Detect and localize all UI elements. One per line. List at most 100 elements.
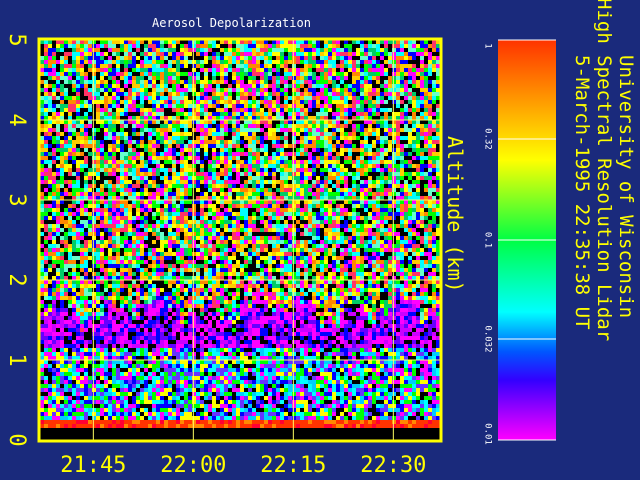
heat-cell — [360, 184, 364, 188]
heat-cell — [380, 164, 384, 168]
heat-cell — [264, 204, 268, 208]
heat-cell — [348, 200, 352, 204]
heat-cell — [168, 120, 172, 124]
heat-cell — [328, 96, 332, 100]
heat-cell — [172, 228, 176, 232]
heat-cell — [184, 144, 188, 148]
heat-cell — [296, 184, 300, 188]
heat-cell — [112, 236, 116, 240]
heat-cell — [200, 144, 204, 148]
heat-cell — [388, 204, 392, 208]
heat-cell — [320, 208, 324, 212]
heat-cell — [292, 116, 296, 120]
heat-cell — [140, 76, 144, 80]
heat-cell — [332, 112, 336, 116]
heat-cell — [152, 80, 156, 84]
heat-cell — [140, 148, 144, 152]
heat-cell — [84, 40, 88, 44]
heat-cell — [144, 72, 148, 76]
heat-cell — [224, 228, 228, 232]
heat-cell — [368, 52, 372, 56]
heat-cell — [300, 120, 304, 124]
heat-cell — [272, 136, 276, 140]
heat-cell — [156, 196, 160, 200]
heat-cell — [232, 96, 236, 100]
heat-cell — [40, 232, 44, 236]
heat-cell — [72, 168, 76, 172]
heat-cell — [124, 116, 128, 120]
heat-cell — [184, 128, 188, 132]
heat-cell — [376, 112, 380, 116]
heat-cell — [220, 216, 224, 220]
heat-cell — [80, 196, 84, 200]
heat-cell — [144, 152, 148, 156]
heat-cell — [184, 228, 188, 232]
heat-cell — [96, 72, 100, 76]
heat-cell — [204, 48, 208, 52]
heat-cell — [404, 212, 408, 216]
heat-cell — [40, 100, 44, 104]
heat-cell — [168, 140, 172, 144]
heat-cell — [136, 84, 140, 88]
heat-cell — [128, 88, 132, 92]
heat-cell — [120, 104, 124, 108]
heat-cell — [292, 176, 296, 180]
heat-cell — [64, 120, 68, 124]
heat-cell — [68, 144, 72, 148]
heat-cell — [332, 188, 336, 192]
heat-cell — [88, 196, 92, 200]
heat-cell — [64, 216, 68, 220]
heat-cell — [208, 148, 212, 152]
heat-cell — [48, 168, 52, 172]
heat-cell — [96, 64, 100, 68]
heat-cell — [180, 44, 184, 48]
heat-cell — [376, 192, 380, 196]
heat-cell — [436, 216, 440, 220]
heat-cell — [68, 48, 72, 52]
heat-cell — [72, 208, 76, 212]
heat-cell — [312, 144, 316, 148]
heat-cell — [100, 132, 104, 136]
heat-cell — [280, 60, 284, 64]
heat-cell — [168, 84, 172, 88]
heat-cell — [172, 120, 176, 124]
heat-cell — [412, 216, 416, 220]
heat-cell — [324, 64, 328, 68]
heat-cell — [180, 160, 184, 164]
heat-cell — [280, 124, 284, 128]
heat-cell — [376, 108, 380, 112]
heat-cell — [108, 188, 112, 192]
heat-cell — [208, 204, 212, 208]
heat-cell — [148, 144, 152, 148]
heat-cell — [168, 148, 172, 152]
heat-cell — [276, 108, 280, 112]
heat-cell — [384, 172, 388, 176]
heat-cell — [148, 164, 152, 168]
heat-cell — [192, 148, 196, 152]
heat-cell — [228, 92, 232, 96]
heat-cell — [328, 136, 332, 140]
heat-cell — [224, 124, 228, 128]
heat-cell — [432, 204, 436, 208]
heat-cell — [88, 60, 92, 64]
heat-cell — [116, 160, 120, 164]
heat-cell — [376, 132, 380, 136]
heat-cell — [136, 128, 140, 132]
heat-cell — [144, 108, 148, 112]
heat-cell — [80, 156, 84, 160]
heat-cell — [240, 204, 244, 208]
heat-cell — [328, 64, 332, 68]
heat-cell — [140, 132, 144, 136]
heat-cell — [288, 192, 292, 196]
heat-cell — [348, 68, 352, 72]
heat-cell — [96, 232, 100, 236]
heat-cell — [272, 228, 276, 232]
heat-cell — [392, 156, 396, 160]
heat-cell — [48, 104, 52, 108]
heat-cell — [396, 52, 400, 56]
heat-cell — [208, 64, 212, 68]
heat-cell — [384, 188, 388, 192]
heat-cell — [60, 64, 64, 68]
heat-cell — [208, 136, 212, 140]
heat-cell — [92, 56, 96, 60]
